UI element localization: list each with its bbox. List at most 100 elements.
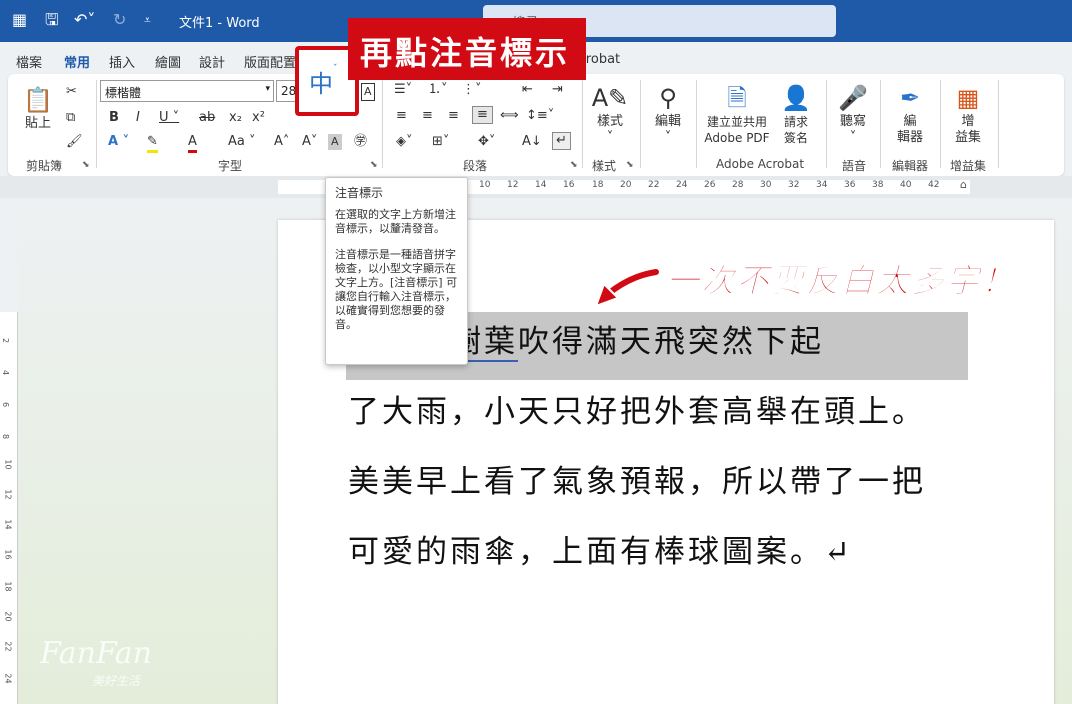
shrink-font-icon[interactable]: A˅: [302, 134, 317, 150]
right-indent-marker-icon[interactable]: ⌂: [960, 178, 967, 191]
clipboard-launcher-icon[interactable]: ⬊: [82, 160, 90, 170]
separator: [998, 80, 999, 168]
ruler-tick: 24: [3, 673, 13, 684]
text-line-2[interactable]: 了大雨，小天只好把外套高舉在頭上。: [348, 386, 926, 431]
font-name-select[interactable]: 標楷體 ▾: [100, 80, 274, 102]
char-shading-icon[interactable]: A: [328, 134, 342, 150]
editing-button[interactable]: ⚲ 編輯 ˅: [648, 82, 688, 146]
styles-launcher-icon[interactable]: ⬊: [626, 160, 634, 170]
font-color-icon[interactable]: A: [188, 134, 197, 153]
font-size-value: 28: [281, 84, 297, 98]
enclose-char-icon[interactable]: ㊫: [354, 134, 367, 150]
grow-font-icon[interactable]: A˄: [274, 134, 289, 150]
highlight-icon[interactable]: ✎: [147, 134, 158, 153]
addins-group-label: 增益集: [950, 159, 987, 173]
editor-button[interactable]: ✒ 編 輯器: [890, 82, 930, 146]
change-case-icon[interactable]: Aa ˅: [228, 134, 256, 150]
copy-icon[interactable]: ⧉: [66, 110, 75, 126]
justify-icon[interactable]: ≡: [472, 106, 493, 124]
separator: [640, 80, 641, 168]
word-app-icon: ▦: [12, 10, 28, 29]
ruler-tick: 20: [620, 180, 632, 190]
tab-home[interactable]: 常用: [64, 52, 91, 76]
save-icon[interactable]: 🖫: [45, 10, 59, 30]
distributed-icon[interactable]: ⟺: [500, 108, 519, 124]
paste-button[interactable]: 📋 貼上: [22, 84, 54, 132]
asian-layout-icon[interactable]: ✥˅: [478, 134, 495, 150]
paste-label: 貼上: [24, 116, 51, 131]
tab-file[interactable]: 檔案: [16, 52, 42, 71]
ruler-tick: 40: [900, 180, 912, 190]
shading-icon[interactable]: ◈˅: [396, 134, 413, 150]
ruler-tick: 34: [816, 180, 828, 190]
separator: [96, 80, 97, 168]
redo-icon[interactable]: ↻: [113, 10, 126, 30]
magnifier-icon: ⚲: [659, 84, 677, 112]
ruler-tick: 16: [3, 549, 13, 560]
dictate-button[interactable]: 🎤 聽寫 ˅: [834, 82, 872, 146]
ruler-tick: 10: [479, 180, 491, 190]
align-left-icon[interactable]: ≡: [396, 108, 407, 124]
text-effects-icon[interactable]: A ˅: [108, 134, 129, 150]
ruler-tick: 2: [1, 337, 11, 344]
subscript-icon[interactable]: x₂: [229, 110, 242, 126]
char-border-icon[interactable]: A: [361, 83, 375, 101]
decrease-indent-icon[interactable]: ⇤: [522, 82, 533, 98]
create-pdf-button[interactable]: 🗎 建立並共用 Adobe PDF: [702, 82, 772, 146]
document-title: 文件1 - Word: [179, 16, 260, 31]
font-size-select[interactable]: 28: [276, 80, 296, 102]
line1-rest: 吹得滿天飛突然下起: [518, 324, 824, 360]
vertical-ruler[interactable]: 2 4 6 8 10 12 14 16 18 20 22 24: [0, 312, 18, 704]
paragraph-group-label: 段落: [463, 159, 488, 173]
line-spacing-icon[interactable]: ↕≡˅: [526, 108, 554, 124]
borders-icon[interactable]: ⊞˅: [432, 134, 449, 150]
italic-icon[interactable]: I: [136, 110, 140, 126]
clipboard-group-label: 剪貼簿: [26, 159, 63, 173]
bullets-icon[interactable]: ☰˅: [394, 82, 412, 98]
separator: [940, 80, 941, 168]
ruler-tick: 14: [3, 519, 13, 530]
paragraph-launcher-icon[interactable]: ⬊: [570, 160, 578, 170]
ruler-tick: 26: [704, 180, 716, 190]
editor-label-2: 輯器: [896, 130, 923, 145]
strikethrough-icon[interactable]: ab: [199, 110, 215, 126]
undo-icon[interactable]: ↶˅: [74, 10, 95, 30]
tab-draw[interactable]: 繪圖: [155, 52, 181, 71]
ruler-tick: 4: [1, 369, 11, 376]
underline-icon[interactable]: U ˅: [159, 110, 179, 126]
multilevel-list-icon[interactable]: ⋮˅: [462, 82, 482, 98]
ruler-tick: 10: [3, 459, 13, 470]
sort-icon[interactable]: A↓: [522, 134, 542, 150]
align-center-icon[interactable]: ≡: [422, 108, 433, 124]
bold-icon[interactable]: B: [109, 110, 119, 126]
watermark-logo: FanFan: [40, 636, 152, 671]
increase-indent-icon[interactable]: ⇥: [552, 82, 563, 98]
align-right-icon[interactable]: ≡: [448, 108, 459, 124]
font-launcher-icon[interactable]: ⬊: [370, 160, 378, 170]
ruler-tick: 24: [676, 180, 688, 190]
request-signature-button[interactable]: 👤 請求 簽名: [776, 82, 816, 146]
horizontal-ruler[interactable]: 10 12 14 16 18 20 22 24 26 28 30 32 34 3…: [0, 176, 1072, 198]
ruler-tick: 6: [1, 401, 11, 408]
text-line-3[interactable]: 美美早上看了氣象預報，所以帶了一把: [348, 456, 926, 501]
font-group-label: 字型: [218, 159, 243, 173]
chevron-down-icon: ˅: [849, 130, 857, 145]
cut-icon[interactable]: ✂: [66, 84, 77, 100]
addins-label-1: 增: [961, 114, 975, 129]
separator: [696, 80, 697, 168]
addins-grid-icon: ▦: [956, 84, 980, 112]
show-marks-icon[interactable]: ↵: [552, 132, 571, 150]
phonetic-guide-icon: 中ˇ: [309, 64, 338, 98]
numbering-icon[interactable]: ⒈˅: [428, 82, 448, 98]
separator: [880, 80, 881, 168]
styles-button[interactable]: A✎ 樣式 ˅: [590, 82, 630, 146]
tab-design[interactable]: 設計: [199, 52, 225, 71]
customize-toolbar-icon[interactable]: ⩡: [144, 10, 151, 30]
format-painter-icon[interactable]: 🖌: [66, 134, 83, 150]
tab-layout[interactable]: 版面配置: [244, 52, 296, 71]
microphone-icon: 🎤: [838, 84, 868, 112]
text-line-4[interactable]: 可愛的雨傘，上面有棒球圖案。↵: [348, 526, 853, 571]
tab-insert[interactable]: 插入: [109, 52, 135, 71]
superscript-icon[interactable]: x²: [252, 110, 265, 126]
addins-button[interactable]: ▦ 增 益集: [948, 82, 988, 146]
